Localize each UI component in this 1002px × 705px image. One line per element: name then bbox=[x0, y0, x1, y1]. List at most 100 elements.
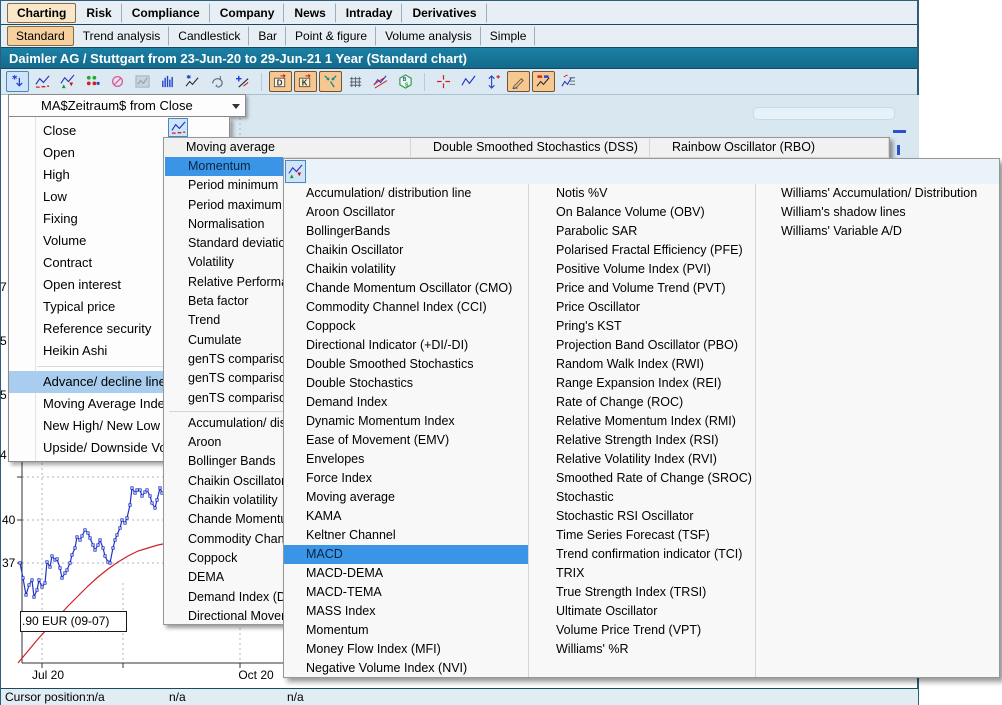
indicator-item-macd-tema[interactable]: MACD-TEMA bbox=[284, 583, 528, 602]
indicator-item-williams-accumulation-distribution[interactable]: Williams' Accumulation/ Distribution bbox=[756, 184, 999, 203]
auto-scale-button[interactable] bbox=[482, 71, 505, 92]
indicator-item-price-oscillator[interactable]: Price Oscillator bbox=[529, 298, 755, 317]
support-resistance-button[interactable] bbox=[532, 71, 555, 92]
indicator-item-accumulation-distribution-line[interactable]: Accumulation/ distribution line bbox=[284, 184, 528, 203]
indicator-item-chaikin-oscillator[interactable]: Chaikin Oscillator bbox=[284, 241, 528, 260]
indicator-item-macd-dema[interactable]: MACD-DEMA bbox=[284, 564, 528, 583]
indicator-item-stochastic-rsi-oscillator[interactable]: Stochastic RSI Oscillator bbox=[529, 507, 755, 526]
category-item-momentum[interactable]: Momentum bbox=[165, 157, 283, 176]
add-study-button[interactable] bbox=[231, 71, 254, 92]
indicator-item-bollingerbands[interactable]: BollingerBands bbox=[284, 222, 528, 241]
compress-scale-button[interactable] bbox=[319, 71, 342, 92]
indicator-item-range-expansion-index-rei[interactable]: Range Expansion Index (REI) bbox=[529, 374, 755, 393]
indicator-item-price-and-volume-trend-pvt[interactable]: Price and Volume Trend (PVT) bbox=[529, 279, 755, 298]
remove-drawing-button[interactable] bbox=[106, 71, 129, 92]
pane-splitter-handle[interactable] bbox=[753, 107, 895, 120]
menu-tab-news[interactable]: News bbox=[284, 3, 335, 23]
trend-channel-button[interactable] bbox=[369, 71, 392, 92]
indicator-item-kama[interactable]: KAMA bbox=[284, 507, 528, 526]
indicator-item-trix[interactable]: TRIX bbox=[529, 564, 755, 583]
indicator-item-negative-volume-index-nvi[interactable]: Negative Volume Index (NVI) bbox=[284, 659, 528, 678]
popup-scroll-handle[interactable] bbox=[897, 145, 900, 155]
indicator-item-relative-momentum-index-rmi[interactable]: Relative Momentum Index (RMI) bbox=[529, 412, 755, 431]
indicator-item-chande-momentum-oscillator-cmo[interactable]: Chande Momentum Oscillator (CMO) bbox=[284, 279, 528, 298]
indicator-item-william-s-shadow-lines[interactable]: William's shadow lines bbox=[756, 203, 999, 222]
indicator-item-moving-average[interactable]: Moving average bbox=[284, 488, 528, 507]
indicator-list-button[interactable] bbox=[557, 71, 580, 92]
indicator-item-notis-v[interactable]: Notis %V bbox=[529, 184, 755, 203]
indicator-item-positive-volume-index-pvi[interactable]: Positive Volume Index (PVI) bbox=[529, 260, 755, 279]
crosshair-button[interactable] bbox=[432, 71, 455, 92]
indicator-item-keltner-channel[interactable]: Keltner Channel bbox=[284, 526, 528, 545]
indicator-item-relative-volatility-index-rvi[interactable]: Relative Volatility Index (RVI) bbox=[529, 450, 755, 469]
menu-tab-intraday[interactable]: Intraday bbox=[336, 3, 403, 23]
chart-style-disabled-button[interactable] bbox=[131, 71, 154, 92]
chart-tab-point-figure[interactable]: Point & figure bbox=[286, 26, 376, 46]
indicator-item-envelopes[interactable]: Envelopes bbox=[284, 450, 528, 469]
indicator-item-aroon-oscillator[interactable]: Aroon Oscillator bbox=[284, 203, 528, 222]
indicator-item-double-smoothed-stochastics[interactable]: Double Smoothed Stochastics bbox=[284, 355, 528, 374]
menu-tab-company[interactable]: Company bbox=[210, 3, 285, 23]
recent-category-double-smoothed-stochastics-dss[interactable]: Double Smoothed Stochastics (DSS) bbox=[411, 138, 650, 157]
indicator-item-volume-price-trend-vpt[interactable]: Volume Price Trend (VPT) bbox=[529, 621, 755, 640]
indicator-item-ultimate-oscillator[interactable]: Ultimate Oscillator bbox=[529, 602, 755, 621]
indicator-item-on-balance-volume-obv[interactable]: On Balance Volume (OBV) bbox=[529, 203, 755, 222]
indicator-item-projection-band-oscillator-pbo[interactable]: Projection Band Oscillator (PBO) bbox=[529, 336, 755, 355]
insert-indicator-button[interactable] bbox=[6, 71, 29, 92]
indicator-item-mass-index[interactable]: MASS Index bbox=[284, 602, 528, 621]
indicator-item-directional-indicator-di-di[interactable]: Directional Indicator (+DI/-DI) bbox=[284, 336, 528, 355]
indicator-item-rate-of-change-roc[interactable]: Rate of Change (ROC) bbox=[529, 393, 755, 412]
indicator-item-commodity-channel-index-cci[interactable]: Commodity Channel Index (CCI) bbox=[284, 298, 528, 317]
popup-minimize-icon[interactable] bbox=[893, 130, 906, 133]
moving-average-button[interactable] bbox=[31, 71, 54, 92]
chart-tab-bar[interactable]: Bar bbox=[249, 26, 286, 46]
chart-tab-simple[interactable]: Simple bbox=[481, 26, 536, 46]
time-shift-button[interactable] bbox=[206, 71, 229, 92]
indicator-item-relative-strength-index-rsi[interactable]: Relative Strength Index (RSI) bbox=[529, 431, 755, 450]
indicator-item-smoothed-rate-of-change-sroc[interactable]: Smoothed Rate of Change (SROC) bbox=[529, 469, 755, 488]
indicator-item-pring-s-kst[interactable]: Pring's KST bbox=[529, 317, 755, 336]
indicator-item-trend-confirmation-indicator-tci[interactable]: Trend confirmation indicator (TCI) bbox=[529, 545, 755, 564]
quote-matrix-button[interactable] bbox=[81, 71, 104, 92]
new-indicator-button[interactable] bbox=[181, 71, 204, 92]
x-axis-label: Jul 20 bbox=[23, 668, 73, 682]
indicator-item-demand-index[interactable]: Demand Index bbox=[284, 393, 528, 412]
indicator-item-coppock[interactable]: Coppock bbox=[284, 317, 528, 336]
source-menu-header[interactable]: MA$Zeitraum$ from Close bbox=[8, 94, 246, 117]
chart-tab-standard[interactable]: Standard bbox=[7, 26, 74, 46]
indicator-item-true-strength-index-trsi[interactable]: True Strength Index (TRSI) bbox=[529, 583, 755, 602]
indicator-item-money-flow-index-mfi[interactable]: Money Flow Index (MFI) bbox=[284, 640, 528, 659]
chart-tab-candlestick[interactable]: Candlestick bbox=[169, 26, 249, 46]
buy-sell-signals-button[interactable]: BS bbox=[394, 71, 417, 92]
menu-tab-compliance[interactable]: Compliance bbox=[122, 3, 210, 23]
recent-category-moving-average[interactable]: Moving average bbox=[164, 138, 411, 157]
menu-tab-charting[interactable]: Charting bbox=[7, 3, 76, 23]
draw-line-button[interactable] bbox=[507, 71, 530, 92]
daily-interval-button[interactable]: D bbox=[269, 71, 292, 92]
indicator-item-dynamic-momentum-index[interactable]: Dynamic Momentum Index bbox=[284, 412, 528, 431]
indicator-item-ease-of-movement-emv[interactable]: Ease of Movement (EMV) bbox=[284, 431, 528, 450]
volume-histogram-button[interactable] bbox=[156, 71, 179, 92]
recent-category-rainbow-oscillator-rbo[interactable]: Rainbow Oscillator (RBO) bbox=[650, 138, 889, 157]
indicator-item-polarised-fractal-efficiency-pfe[interactable]: Polarised Fractal Efficiency (PFE) bbox=[529, 241, 755, 260]
zigzag-tool-button[interactable] bbox=[457, 71, 480, 92]
indicator-item-random-walk-index-rwi[interactable]: Random Walk Index (RWI) bbox=[529, 355, 755, 374]
indicator-item-williams-r[interactable]: Williams' %R bbox=[529, 640, 755, 659]
indicator-item-time-series-forecast-tsf[interactable]: Time Series Forecast (TSF) bbox=[529, 526, 755, 545]
candle-interval-button[interactable]: K bbox=[294, 71, 317, 92]
toggle-grid-button[interactable] bbox=[344, 71, 367, 92]
menu-tab-risk[interactable]: Risk bbox=[76, 3, 121, 23]
indicator-item-macd[interactable]: MACD bbox=[284, 545, 528, 564]
chart-title-bar: Daimler AG / Stuttgart from 23-Jun-20 to… bbox=[1, 48, 917, 69]
chart-tab-trend-analysis[interactable]: Trend analysis bbox=[74, 26, 170, 46]
indicator-item-parabolic-sar[interactable]: Parabolic SAR bbox=[529, 222, 755, 241]
indicator-item-double-stochastics[interactable]: Double Stochastics bbox=[284, 374, 528, 393]
indicator-item-force-index[interactable]: Force Index bbox=[284, 469, 528, 488]
indicator-item-chaikin-volatility[interactable]: Chaikin volatility bbox=[284, 260, 528, 279]
indicator-item-momentum[interactable]: Momentum bbox=[284, 621, 528, 640]
chart-tab-volume-analysis[interactable]: Volume analysis bbox=[376, 26, 481, 46]
indicator-item-stochastic[interactable]: Stochastic bbox=[529, 488, 755, 507]
menu-tab-derivatives[interactable]: Derivatives bbox=[402, 3, 486, 23]
trend-signals-button[interactable] bbox=[56, 71, 79, 92]
indicator-item-williams-variable-a-d[interactable]: Williams' Variable A/D bbox=[756, 222, 999, 241]
